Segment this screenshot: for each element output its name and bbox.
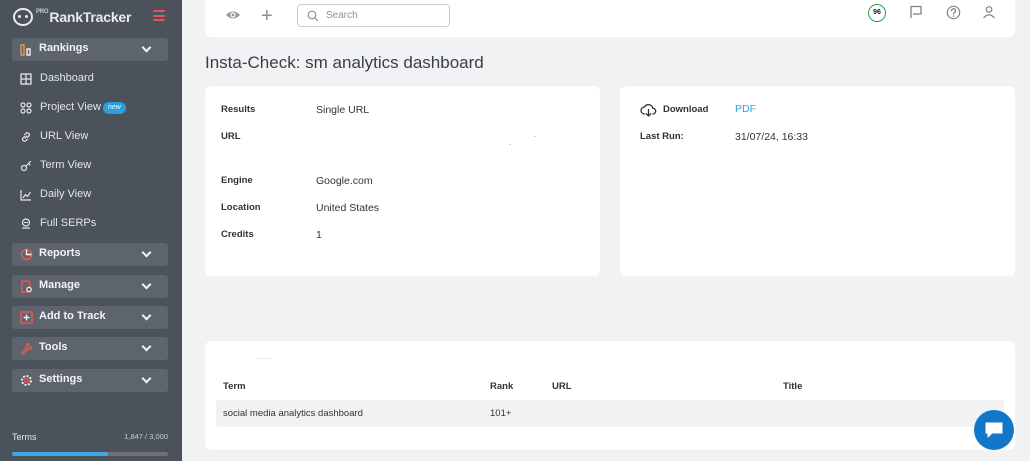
sidebar-item-label: URL View bbox=[40, 130, 89, 142]
details-card: Results Single URL URL Engine Google.com… bbox=[205, 86, 600, 276]
logo-sup: PRO bbox=[36, 9, 49, 15]
sidebar-group-label: Settings bbox=[39, 373, 83, 385]
search-icon bbox=[307, 10, 319, 22]
results-table-card: Term Rank URL Title social media analyti… bbox=[205, 341, 1015, 450]
url-placeholder-mark bbox=[509, 144, 511, 145]
top-bar: + 96 bbox=[205, 0, 1015, 37]
cloud-download-icon bbox=[640, 104, 657, 117]
sidebar-group-label: Rankings bbox=[39, 42, 89, 54]
sidebar-item-daily-view[interactable]: Daily View bbox=[20, 186, 170, 204]
chevron-down-icon bbox=[141, 247, 152, 258]
chat-button[interactable] bbox=[974, 410, 1014, 450]
engine-label: Engine bbox=[221, 175, 253, 186]
logo-text: RankTracker bbox=[49, 9, 132, 25]
sidebar-group-add-to-track[interactable]: Add to Track bbox=[12, 306, 168, 329]
cell-term: social media analytics dashboard bbox=[223, 408, 363, 419]
last-run-label: Last Run: bbox=[640, 131, 684, 142]
sidebar-item-label: Full SERPs bbox=[40, 217, 97, 229]
link-icon bbox=[22, 132, 30, 142]
add-square-icon bbox=[20, 311, 33, 324]
help-icon[interactable] bbox=[946, 5, 961, 20]
sidebar-item-label: Project View bbox=[40, 101, 101, 113]
download-card: Download PDF Last Run: 31/07/24, 16:33 bbox=[620, 86, 1015, 276]
manage-icon bbox=[21, 280, 32, 293]
add-icon[interactable]: + bbox=[261, 6, 273, 26]
sidebar-group-settings[interactable]: Settings bbox=[12, 369, 168, 392]
sidebar-item-dashboard[interactable]: Dashboard bbox=[20, 70, 170, 88]
sidebar-item-label: Dashboard bbox=[40, 72, 94, 84]
sidebar-item-full-serps[interactable]: Full SERPs bbox=[20, 215, 170, 233]
engine-value: Google.com bbox=[316, 175, 373, 187]
last-run-value: 31/07/24, 16:33 bbox=[735, 131, 808, 143]
table-placeholder-mark bbox=[257, 358, 271, 359]
column-header-rank[interactable]: Rank bbox=[490, 381, 513, 392]
sidebar-group-rankings[interactable]: Rankings bbox=[12, 38, 168, 61]
url-placeholder-mark bbox=[534, 136, 536, 137]
search-input[interactable] bbox=[326, 8, 444, 23]
sidebar-item-url-view[interactable]: URL View bbox=[20, 128, 170, 146]
eye-icon[interactable] bbox=[225, 9, 241, 21]
chevron-down-icon bbox=[141, 373, 152, 384]
results-value: Single URL bbox=[316, 104, 370, 116]
new-badge: new bbox=[103, 102, 126, 114]
sidebar-item-project-view[interactable]: Project View bbox=[20, 99, 170, 117]
flag-icon[interactable] bbox=[909, 5, 923, 19]
score-badge[interactable]: 96 bbox=[868, 4, 886, 22]
terms-count: 1,847 / 3,000 bbox=[124, 432, 168, 441]
column-header-url[interactable]: URL bbox=[552, 381, 572, 392]
sidebar-group-manage[interactable]: Manage bbox=[12, 275, 168, 298]
logo-icon bbox=[13, 8, 33, 26]
sidebar: PRORankTracker Rankings Dashboard Projec… bbox=[0, 0, 182, 461]
chevron-down-icon bbox=[141, 279, 152, 290]
user-icon[interactable] bbox=[982, 5, 996, 19]
location-label: Location bbox=[221, 202, 261, 213]
sidebar-group-label: Manage bbox=[39, 279, 80, 291]
chat-icon bbox=[985, 422, 1003, 438]
serp-icon bbox=[21, 218, 31, 229]
page-title: Insta-Check: sm analytics dashboard bbox=[205, 53, 484, 72]
url-label: URL bbox=[221, 131, 241, 142]
terms-usage-fill bbox=[12, 452, 109, 456]
gear-icon bbox=[21, 375, 32, 386]
column-header-term[interactable]: Term bbox=[223, 381, 246, 392]
terms-label: Terms bbox=[12, 432, 37, 442]
credits-value: 1 bbox=[316, 229, 322, 241]
cell-rank: 101+ bbox=[490, 408, 512, 419]
dashboard-icon bbox=[20, 73, 32, 85]
project-view-icon bbox=[20, 102, 32, 114]
sidebar-group-label: Tools bbox=[39, 341, 68, 353]
wrench-icon bbox=[20, 342, 33, 355]
chevron-down-icon bbox=[141, 310, 152, 321]
sidebar-item-term-view[interactable]: Term View bbox=[20, 157, 170, 175]
sidebar-item-label: Term View bbox=[40, 159, 92, 171]
chevron-down-icon bbox=[141, 341, 152, 352]
search-box[interactable] bbox=[297, 4, 450, 27]
download-label: Download bbox=[663, 104, 709, 115]
sidebar-group-label: Reports bbox=[39, 247, 81, 259]
pie-chart-icon bbox=[20, 248, 33, 261]
sidebar-group-label: Add to Track bbox=[39, 310, 106, 322]
terms-usage-bar bbox=[12, 452, 168, 456]
credits-label: Credits bbox=[221, 229, 254, 240]
line-chart-icon bbox=[20, 190, 31, 201]
sidebar-group-reports[interactable]: Reports bbox=[12, 243, 168, 266]
hamburger-menu-icon[interactable] bbox=[153, 10, 165, 21]
download-pdf-link[interactable]: PDF bbox=[735, 103, 756, 115]
sidebar-group-tools[interactable]: Tools bbox=[12, 337, 168, 360]
location-value: United States bbox=[316, 202, 380, 214]
rankings-icon bbox=[20, 44, 31, 56]
column-header-title[interactable]: Title bbox=[783, 381, 802, 392]
chevron-down-icon bbox=[141, 42, 152, 53]
table-row[interactable]: social media analytics dashboard 101+ bbox=[216, 400, 1004, 427]
sidebar-item-label: Daily View bbox=[40, 188, 92, 200]
results-label: Results bbox=[221, 104, 256, 115]
key-icon bbox=[20, 160, 32, 172]
